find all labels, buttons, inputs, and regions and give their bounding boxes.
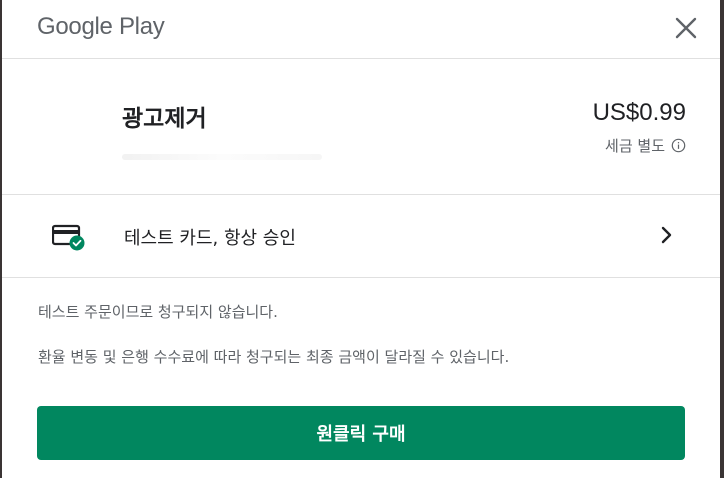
credit-card-check-icon — [52, 224, 85, 251]
close-icon — [675, 17, 697, 39]
payment-method-row[interactable]: 테스트 카드, 항상 승인 — [2, 195, 720, 278]
exchange-rate-notice: 환율 변동 및 은행 수수료에 따라 청구되는 최종 금액이 달라질 수 있습니… — [38, 348, 510, 366]
buy-button-label: 원클릭 구매 — [316, 424, 406, 445]
dialog-header: Google Play — [2, 0, 720, 59]
one-click-buy-button[interactable]: 원클릭 구매 — [37, 406, 685, 460]
close-button[interactable] — [674, 16, 698, 40]
product-section: 광고제거 US$0.99 세금 별도 — [2, 59, 720, 195]
purchase-dialog: Google Play 광고제거 US$0.99 세금 별도 테스트 카드, 항… — [2, 0, 720, 478]
product-price: US$0.99 — [592, 99, 686, 126]
info-icon[interactable] — [671, 138, 686, 153]
app-name-redacted — [122, 154, 322, 160]
payment-method-label: 테스트 카드, 항상 승인 — [124, 228, 296, 249]
test-order-notice: 테스트 주문이므로 청구되지 않습니다. — [38, 303, 278, 321]
tax-note[interactable]: 세금 별도 — [605, 135, 686, 156]
chevron-right-icon — [661, 226, 672, 244]
tax-note-label: 세금 별도 — [605, 137, 665, 155]
google-play-logo: Google Play — [37, 13, 165, 40]
product-title: 광고제거 — [122, 106, 207, 132]
